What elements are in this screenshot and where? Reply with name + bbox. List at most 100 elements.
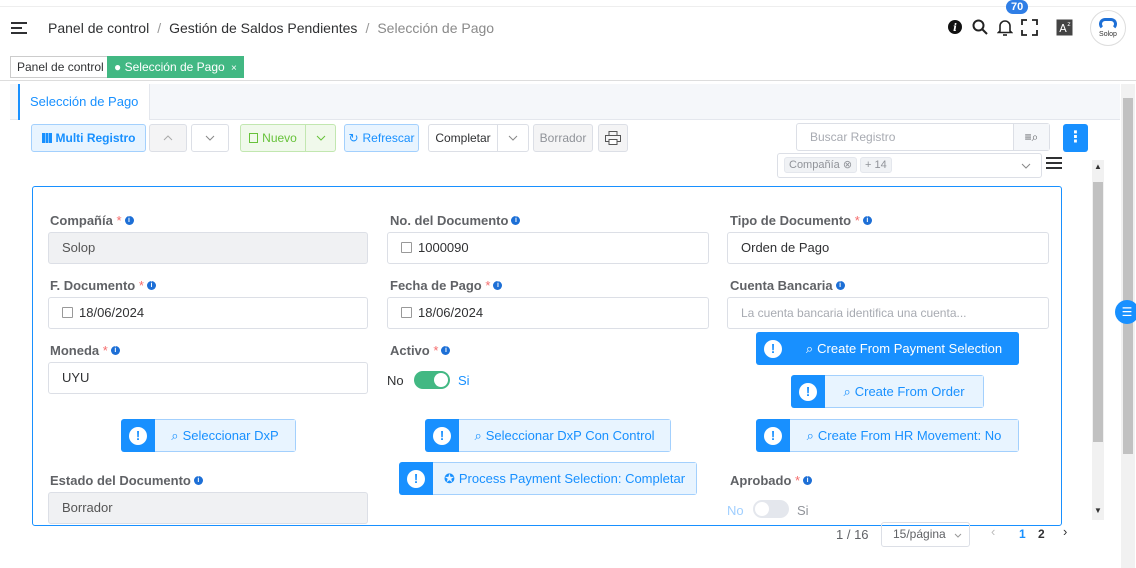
info-icon: i <box>146 281 156 290</box>
page-scrollbar[interactable] <box>1121 84 1135 568</box>
search-icon: ⌕ <box>843 383 851 399</box>
search-icon: ⌕ <box>171 427 179 443</box>
cuenta-bancaria-field[interactable]: La cuenta bancaria identifica una cuenta… <box>727 297 1049 329</box>
moneda-field[interactable]: UYU <box>48 362 368 394</box>
completar-dropdown-button[interactable] <box>497 124 529 152</box>
chip-close-icon[interactable]: ⊗ <box>843 159 852 171</box>
company-filter-select[interactable]: Compañía ⊗ + 14 <box>777 153 1042 178</box>
aprobado-toggle[interactable] <box>753 500 789 518</box>
nuevo-button[interactable]: Nuevo <box>240 124 306 152</box>
side-panel-toggle-icon[interactable]: ☰ <box>1115 300 1136 324</box>
more-options-button[interactable]: ⋮ <box>1063 124 1088 152</box>
breadcrumb-item[interactable]: Gestión de Saldos Pendientes <box>169 20 357 36</box>
search-input[interactable]: Buscar Registro ≡⌕ <box>796 123 1050 151</box>
form-scrollbar[interactable]: ▲ ▼ <box>1092 160 1104 520</box>
completar-button[interactable]: Completar <box>428 124 498 152</box>
chevron-down-icon <box>1021 163 1031 169</box>
tags-bar: Panel de control ● Selección de Pago × <box>0 53 1136 81</box>
tag-seleccion-de-pago[interactable]: ● Selección de Pago × <box>107 56 244 78</box>
f-documento-field[interactable]: 18/06/2024 <box>48 297 368 329</box>
multi-registro-label: Multi Registro <box>55 131 136 145</box>
chevron-down-icon <box>316 135 325 141</box>
list-view-icon[interactable] <box>1046 157 1062 172</box>
gear-icon: ✪ <box>443 470 455 486</box>
next-page-icon[interactable]: › <box>1063 524 1067 539</box>
page-size-select[interactable]: 15/página <box>881 522 970 547</box>
moneda-label: Moneda * i <box>50 343 120 358</box>
info-icon: i <box>835 281 845 290</box>
tab-bar: Selección de Pago <box>10 84 1120 120</box>
create-from-hr-movement-button[interactable]: ! ⌕ Create From HR Movement: No <box>756 419 1019 452</box>
activo-toggle[interactable] <box>414 371 450 389</box>
process-payment-selection-button[interactable]: ! ✪ Process Payment Selection: Completar <box>399 462 697 495</box>
exclamation-icon: ! <box>407 469 425 488</box>
multi-registro-button[interactable]: Multi Registro <box>31 124 146 152</box>
breadcrumb-item[interactable]: Panel de control <box>48 20 149 36</box>
form-scrollbar-thumb[interactable] <box>1093 182 1103 442</box>
fullscreen-icon[interactable] <box>1021 19 1038 36</box>
company-chip-label: Compañía <box>789 159 840 171</box>
avatar[interactable]: Solop <box>1090 10 1126 46</box>
tab-seleccion-de-pago[interactable]: Selección de Pago <box>18 84 150 120</box>
previous-record-button[interactable] <box>149 124 187 152</box>
bell-icon[interactable] <box>997 19 1013 36</box>
scroll-down-icon[interactable]: ▼ <box>1094 506 1102 515</box>
create-from-order-button[interactable]: ! ⌕ Create From Order <box>791 375 984 408</box>
aprobado-si-label: Si <box>797 503 809 518</box>
breadcrumb-item-current: Selección de Pago <box>377 20 495 36</box>
info-icon: i <box>193 476 203 485</box>
exclamation-icon: ! <box>799 382 817 401</box>
aprobado-no-label: No <box>727 503 744 518</box>
seleccionar-dxp-con-control-button[interactable]: ! ⌕ Seleccionar DxP Con Control <box>425 419 671 452</box>
prev-page-icon[interactable]: ‹ <box>991 524 995 539</box>
info-icon: i <box>441 346 451 355</box>
search-icon[interactable] <box>972 19 988 35</box>
compania-label: Compañía * i <box>50 213 134 228</box>
solop-logo-icon <box>1099 18 1117 30</box>
search-icon: ⌕ <box>474 427 482 443</box>
chevron-down-icon <box>205 135 215 141</box>
activo-si-label: Si <box>458 373 470 388</box>
avatar-text: Solop <box>1099 31 1117 38</box>
breadcrumb: Panel de control / Gestión de Saldos Pen… <box>48 20 494 36</box>
tag-panel-de-control[interactable]: Panel de control <box>10 56 111 78</box>
top-bar: Panel de control / Gestión de Saldos Pen… <box>0 6 1136 50</box>
notification-badge: 70 <box>1006 0 1029 14</box>
tipo-documento-label: Tipo de Documento * i <box>730 213 872 228</box>
tipo-documento-field[interactable]: Orden de Pago <box>727 232 1049 264</box>
info-icon[interactable]: i <box>948 20 962 34</box>
nuevo-label: Nuevo <box>262 131 297 145</box>
language-icon[interactable]: Az <box>1056 19 1073 36</box>
page-1[interactable]: 1 <box>1019 527 1026 541</box>
cuenta-bancaria-label: Cuenta Bancaria i <box>730 278 845 293</box>
document-icon <box>249 133 259 143</box>
refrescar-button[interactable]: ↻ Refrescar <box>344 124 419 152</box>
scroll-up-icon[interactable]: ▲ <box>1094 162 1102 171</box>
grid-icon <box>41 133 52 143</box>
calendar-icon <box>401 307 412 318</box>
search-icon: ⌕ <box>806 427 814 443</box>
activo-no-label: No <box>387 373 404 388</box>
page-2[interactable]: 2 <box>1038 527 1045 541</box>
borrador-button[interactable]: Borrador <box>533 124 593 152</box>
create-from-payment-selection-button[interactable]: ! ⌕ Create From Payment Selection <box>756 332 1019 365</box>
f-documento-label: F. Documento * i <box>50 278 156 293</box>
search-records-icon[interactable]: ≡⌕ <box>1013 124 1049 150</box>
document-icon <box>401 242 412 253</box>
seleccionar-dxp-button[interactable]: ! ⌕ Seleccionar DxP <box>121 419 296 452</box>
page-scrollbar-thumb[interactable] <box>1123 98 1133 454</box>
nuevo-dropdown-button[interactable] <box>305 124 336 152</box>
more-chip: + 14 <box>860 157 892 173</box>
svg-text:A: A <box>1059 22 1067 35</box>
fecha-pago-field[interactable]: 18/06/2024 <box>387 297 709 329</box>
company-chip: Compañía ⊗ <box>784 157 858 173</box>
print-button[interactable] <box>598 124 628 152</box>
refresh-icon: ↻ <box>348 131 359 145</box>
no-documento-field[interactable]: 1000090 <box>387 232 709 264</box>
hamburger-menu-icon[interactable] <box>11 22 27 36</box>
close-icon[interactable]: × <box>231 63 237 74</box>
info-icon: i <box>493 281 503 290</box>
next-record-button[interactable] <box>191 124 229 152</box>
refrescar-label: Refrescar <box>362 131 415 145</box>
record-counter: 1 / 16 <box>836 527 869 542</box>
